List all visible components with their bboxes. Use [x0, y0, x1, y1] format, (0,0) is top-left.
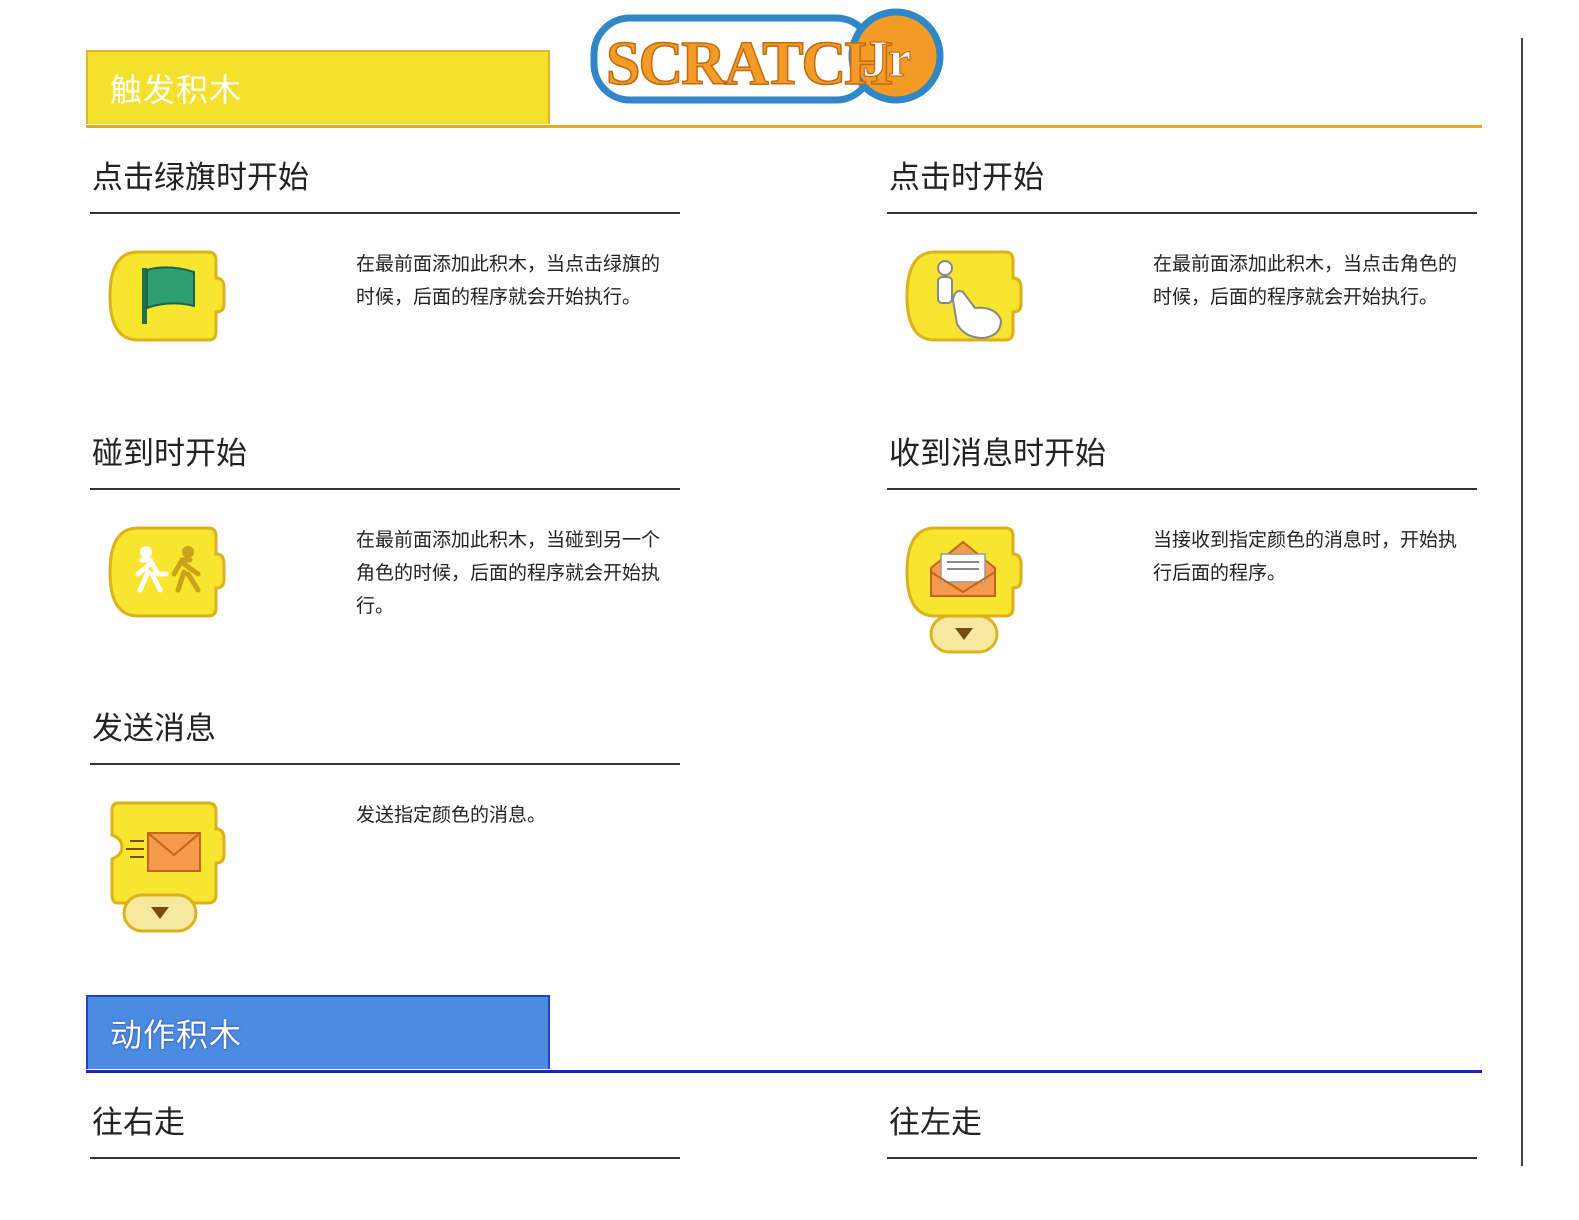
- block-title: 往左走: [889, 1105, 982, 1141]
- block-divider: [90, 212, 680, 214]
- send-envelope-icon[interactable]: [108, 799, 228, 935]
- block-description: 在最前面添加此积木，当点击绿旗的时候，后面的程序就会开始执行。: [356, 253, 661, 308]
- block-title: 发送消息: [92, 711, 216, 747]
- block-description: 在最前面添加此积木，当点击角色的时候，后面的程序就会开始执行。: [1153, 253, 1458, 308]
- page-right-border: [1521, 38, 1523, 1166]
- block-divider: [887, 488, 1477, 490]
- trigger-section-header: 触发积木: [86, 50, 1482, 128]
- block-divider: [90, 488, 680, 490]
- block-divider: [90, 763, 680, 765]
- open-envelope-icon[interactable]: [905, 524, 1025, 660]
- block-description: 当接收到指定颜色的消息时，开始执行后面的程序。: [1153, 529, 1458, 584]
- block-title: 碰到时开始: [92, 436, 247, 472]
- block-description: 在最前面添加此积木，当碰到另一个角色的时候，后面的程序就会开始执行。: [356, 529, 661, 617]
- block-description: 发送指定颜色的消息。: [356, 804, 547, 826]
- block-title: 收到消息时开始: [889, 436, 1106, 472]
- green-flag-icon[interactable]: [108, 248, 228, 344]
- block-title: 点击时开始: [889, 160, 1044, 196]
- bump-runners-icon[interactable]: [108, 524, 228, 620]
- block-divider: [887, 212, 1477, 214]
- block-divider: [90, 1157, 680, 1159]
- block-title: 点击绿旗时开始: [92, 160, 309, 196]
- trigger-section-title: 触发积木: [86, 50, 550, 124]
- motion-section-header: 动作积木: [86, 995, 1482, 1073]
- trigger-section-divider: [86, 125, 1482, 128]
- block-title: 往右走: [92, 1105, 185, 1141]
- motion-section-divider: [86, 1070, 1482, 1073]
- tap-hand-icon[interactable]: [905, 248, 1025, 344]
- block-divider: [887, 1157, 1477, 1159]
- motion-section-title: 动作积木: [86, 995, 550, 1069]
